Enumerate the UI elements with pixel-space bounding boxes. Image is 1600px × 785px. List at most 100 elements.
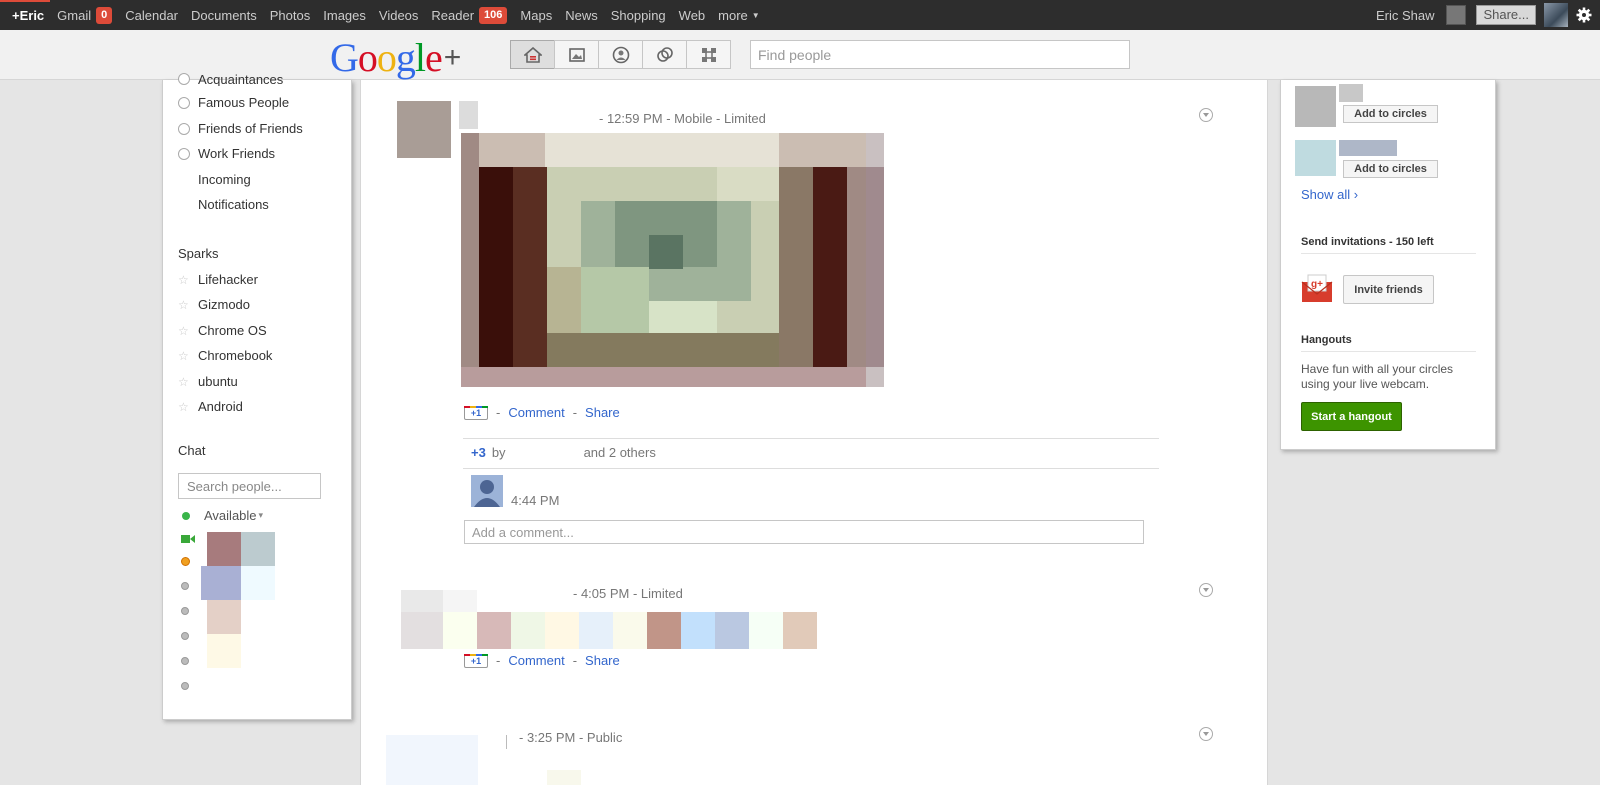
spark-label: Gizmodo: [198, 297, 251, 312]
spark-item-chromebook[interactable]: ☆ Chromebook: [178, 348, 272, 363]
chat-contact-avatar[interactable]: [207, 600, 241, 634]
photos-icon: [568, 47, 585, 62]
chat-search-input[interactable]: [178, 473, 321, 499]
spark-item-android[interactable]: ☆ Android: [178, 399, 243, 414]
topnav-maps[interactable]: Maps: [520, 8, 552, 23]
plus-one-button[interactable]: +1: [464, 405, 488, 420]
topnav-reader-label: Reader: [431, 7, 475, 23]
separator: -: [572, 405, 578, 420]
plus-others-link[interactable]: and 2 others: [584, 445, 656, 460]
circle-item-work-friends[interactable]: Work Friends: [178, 146, 275, 161]
nav-circles[interactable]: [642, 40, 687, 69]
post-image[interactable]: [547, 770, 581, 785]
account-name[interactable]: Eric Shaw: [1376, 8, 1435, 23]
post-menu-chevron-icon[interactable]: [1199, 727, 1213, 741]
share-link[interactable]: Share: [585, 653, 620, 668]
sidebar-item-notifications[interactable]: Notifications: [198, 197, 269, 212]
post-image-pixelated: [461, 133, 884, 387]
post-author-name[interactable]: [443, 590, 477, 614]
topnav-calendar[interactable]: Calendar: [125, 8, 178, 23]
show-all-link[interactable]: Show all ›: [1301, 187, 1358, 202]
post-author-avatar[interactable]: [397, 101, 451, 158]
spark-item-lifehacker[interactable]: ☆ Lifehacker: [178, 272, 258, 287]
chat-contact-avatar[interactable]: [241, 532, 275, 566]
spark-item-gizmodo[interactable]: ☆ Gizmodo: [178, 297, 250, 312]
add-comment-input[interactable]: [464, 520, 1144, 544]
circle-label: Work Friends: [198, 146, 276, 161]
logo-letter: G: [330, 35, 359, 80]
circle-label: Acquaintances: [198, 72, 284, 86]
idle-status-icon: [181, 557, 190, 566]
nav-profile[interactable]: [598, 40, 643, 69]
plus-one-button[interactable]: +1: [464, 653, 488, 668]
topnav-gmail[interactable]: Gmail 0: [57, 6, 113, 24]
nav-photos[interactable]: [554, 40, 599, 69]
topnav-more[interactable]: more ▼: [718, 8, 760, 23]
available-dot-icon: [182, 511, 190, 520]
stream: - 12:59 PM - Mobile - Limited +1 - Comme…: [360, 80, 1268, 785]
topnav-photos[interactable]: Photos: [270, 8, 310, 23]
svg-text:g+: g+: [1311, 279, 1323, 290]
invite-envelope-icon: g+: [1301, 274, 1333, 302]
plus-one-count[interactable]: +3: [471, 445, 486, 460]
find-people-input[interactable]: [750, 40, 1130, 69]
spark-item-chrome-os[interactable]: ☆ Chrome OS: [178, 323, 267, 338]
chevron-down-icon: ▾: [258, 510, 264, 520]
commenter-avatar[interactable]: [471, 475, 503, 507]
chat-contact-avatar[interactable]: [241, 566, 275, 600]
topnav-me[interactable]: +Eric: [12, 8, 44, 23]
suggestion-avatar[interactable]: [1295, 140, 1336, 176]
star-icon: ☆: [178, 272, 189, 287]
post-meta: - 4:05 PM - Limited: [573, 586, 683, 601]
topnav-web[interactable]: Web: [679, 8, 706, 23]
post-actions: +1 - Comment - Share: [464, 405, 620, 420]
suggestion-name[interactable]: [1339, 84, 1363, 102]
topnav-reader[interactable]: Reader 106: [431, 6, 508, 24]
radio-icon: [178, 147, 190, 160]
nav-home[interactable]: [510, 40, 555, 69]
start-hangout-button[interactable]: Start a hangout: [1301, 402, 1402, 431]
chat-heading: Chat: [178, 443, 206, 458]
post-image-strip[interactable]: [401, 612, 821, 649]
circle-item-friends-of-friends[interactable]: Friends of Friends: [178, 121, 303, 136]
nav-games[interactable]: [686, 40, 731, 69]
comment-link[interactable]: Comment: [508, 405, 564, 420]
plus-one-summary: +3 by and 2 others: [471, 445, 656, 460]
left-sidebar: Acquaintances Famous People Friends of F…: [162, 72, 352, 720]
chat-contact-avatar[interactable]: [207, 532, 241, 566]
home-icon: [523, 46, 542, 63]
chat-contact-avatar[interactable]: [201, 566, 241, 600]
topnav-shopping[interactable]: Shopping: [611, 8, 666, 23]
post-menu-chevron-icon[interactable]: [1199, 583, 1213, 597]
post-author-avatar[interactable]: [386, 735, 478, 785]
share-link[interactable]: Share: [585, 405, 620, 420]
post-menu-chevron-icon[interactable]: [1199, 108, 1213, 122]
suggestion-avatar[interactable]: [1295, 86, 1336, 127]
add-to-circles-button[interactable]: Add to circles: [1343, 160, 1438, 178]
circle-item-acquaintances[interactable]: Acquaintances: [178, 72, 283, 86]
circle-item-famous-people[interactable]: Famous People: [178, 95, 289, 110]
post-author-name[interactable]: [459, 101, 478, 129]
comment-link[interactable]: Comment: [508, 653, 564, 668]
post-image[interactable]: [461, 133, 884, 387]
circle-label: Famous People: [198, 95, 290, 110]
share-button[interactable]: Share...: [1476, 5, 1536, 25]
invite-friends-button[interactable]: Invite friends: [1343, 275, 1434, 304]
availability-status[interactable]: Available ▾: [182, 508, 263, 523]
gear-icon[interactable]: [1576, 7, 1592, 23]
spark-item-ubuntu[interactable]: ☆ ubuntu: [178, 374, 238, 389]
suggestion-name[interactable]: [1339, 140, 1397, 156]
post-image-pixelated: [401, 612, 817, 649]
profile-photo[interactable]: [1544, 3, 1568, 27]
topnav-documents[interactable]: Documents: [191, 8, 257, 23]
notification-box[interactable]: [1446, 5, 1467, 25]
sidebar-item-incoming[interactable]: Incoming: [198, 172, 251, 187]
add-to-circles-button[interactable]: Add to circles: [1343, 105, 1438, 123]
topnav-images[interactable]: Images: [323, 8, 366, 23]
topnav-videos[interactable]: Videos: [379, 8, 419, 23]
offline-status-icon: [181, 657, 189, 665]
google-plus-logo[interactable]: Google+: [330, 34, 461, 81]
topnav-news[interactable]: News: [565, 8, 598, 23]
offline-status-icon: [181, 607, 189, 615]
chat-contact-avatar[interactable]: [207, 634, 241, 668]
